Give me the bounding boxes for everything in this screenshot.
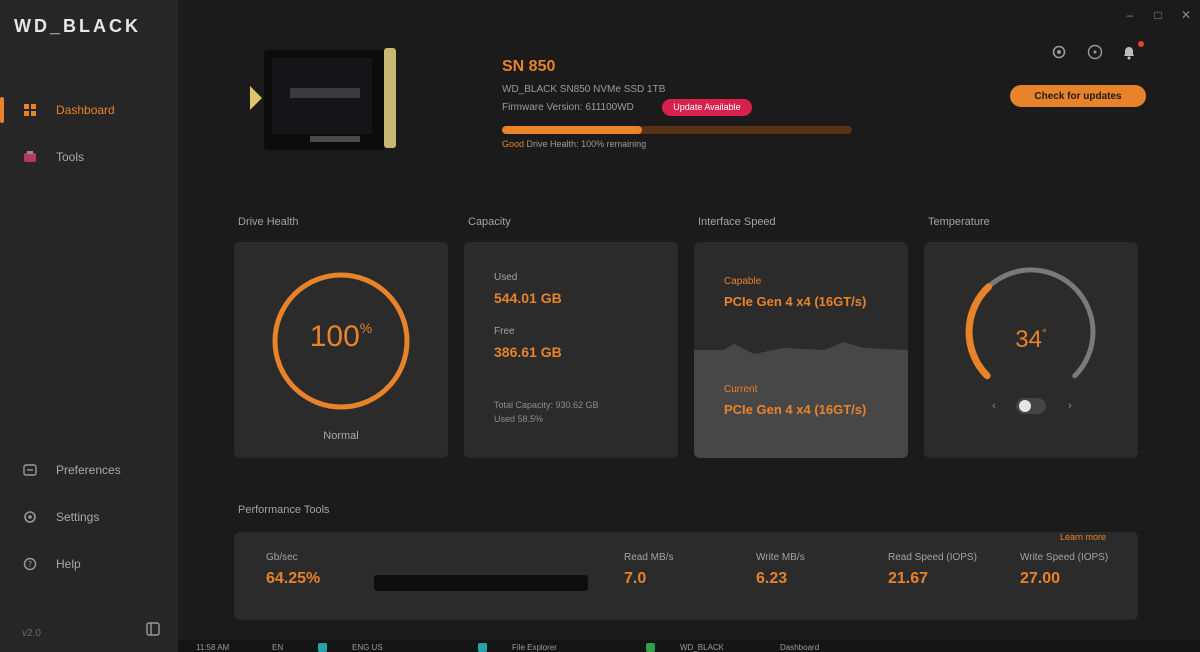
taskbar-item[interactable]: EN [272, 643, 283, 652]
capable-speed-value: PCIe Gen 4 x4 (16GT/s) [724, 294, 867, 309]
temperature-title: Temperature [928, 216, 990, 228]
perf-bar-label: Gb/sec [266, 552, 298, 563]
drive-name: SN 850 [502, 58, 556, 75]
sidebar-item-label: Settings [56, 510, 100, 524]
read-iops-label: Read Speed (IOPS) [888, 552, 977, 563]
drive-health-detail: Drive Health: 100% remaining [526, 139, 647, 149]
settings-icon [22, 509, 38, 525]
sidebar: WD_BLACK Dashboard Tools Preferences Set… [0, 0, 178, 652]
current-speed-label: Current [724, 384, 758, 395]
drive-health-card: 100% Normal [234, 242, 448, 458]
learn-more-link[interactable]: Learn more [1060, 532, 1106, 542]
drive-model: WD_BLACK SN850 NVMe SSD 1TB [502, 84, 666, 95]
unit-toggle[interactable] [1016, 398, 1046, 414]
temperature-value: 34° [1015, 326, 1047, 353]
notification-badge [1138, 41, 1144, 47]
taskbar-item[interactable]: WD_BLACK [680, 643, 724, 652]
sidebar-item-dashboard[interactable]: Dashboard [0, 93, 178, 127]
current-speed-panel: Current PCIe Gen 4 x4 (16GT/s) [694, 342, 908, 458]
sidebar-item-tools[interactable]: Tools [0, 140, 178, 174]
svg-text:?: ? [28, 560, 32, 569]
collapse-icon[interactable] [146, 622, 162, 638]
used-value: 544.01 GB [494, 290, 562, 306]
app-icon[interactable] [478, 643, 487, 652]
firmware-version: Firmware Version: 611100WD [502, 102, 634, 113]
drive-health-status: Good [502, 139, 525, 149]
taskbar-item[interactable]: 11:58 AM [196, 643, 229, 652]
preferences-icon [22, 462, 38, 478]
taskbar-item[interactable]: Dashboard [780, 643, 819, 652]
interface-speed-card: Capable PCIe Gen 4 x4 (16GT/s) Current P… [694, 242, 908, 458]
perf-bar-value: 64.25% [266, 570, 321, 587]
close-button[interactable]: ✕ [1177, 6, 1195, 24]
sidebar-item-settings[interactable]: Settings [0, 500, 178, 534]
capacity-title: Capacity [468, 216, 511, 228]
total-capacity: Total Capacity: 930.62 GB [494, 400, 599, 410]
app-logo: WD_BLACK [14, 16, 141, 36]
drive-health-label: Normal [323, 430, 359, 442]
chevron-left-icon[interactable]: ‹ [986, 398, 1002, 414]
app-icon[interactable] [646, 643, 655, 652]
free-label: Free [494, 326, 515, 337]
check-updates-button[interactable]: Check for updates [1010, 85, 1146, 107]
write-speed-label: Write MB/s [756, 552, 805, 563]
drive-image [250, 44, 400, 152]
write-iops-label: Write Speed (IOPS) [1020, 552, 1109, 563]
performance-bar [374, 575, 588, 591]
capable-speed-label: Capable [724, 276, 762, 287]
help-icon[interactable] [1086, 44, 1104, 62]
minimize-button[interactable]: – [1121, 6, 1139, 24]
sidebar-item-help[interactable]: ? Help [0, 547, 178, 581]
settings-icon[interactable] [1050, 44, 1068, 62]
capacity-card: Used 544.01 GB Free 386.61 GB Total Capa… [464, 242, 678, 458]
help-icon: ? [22, 556, 38, 572]
dashboard-icon [22, 102, 38, 118]
read-speed-value: 7.0 [624, 570, 647, 587]
performance-title: Performance Tools [238, 504, 330, 516]
read-speed-label: Read MB/s [624, 552, 674, 563]
drive-health-title: Drive Health [238, 216, 299, 228]
temperature-gauge: 34° [954, 262, 1108, 392]
sidebar-item-label: Help [56, 557, 81, 571]
firmware-badge[interactable]: Update Available [662, 99, 752, 116]
temperature-card: 34° ‹ › [924, 242, 1138, 458]
taskbar-item[interactable]: ENG US [352, 643, 383, 652]
app-icon[interactable] [318, 643, 327, 652]
drive-health-text: Good Drive Health: 100% remaining [502, 139, 646, 149]
tools-icon [22, 149, 38, 165]
performance-card [234, 532, 1138, 620]
drive-health-value: 100% [309, 320, 373, 353]
drive-health-ring: 100% [268, 268, 414, 414]
sidebar-item-label: Dashboard [56, 103, 115, 117]
used-percent: Used 58.5% [494, 414, 544, 424]
drive-health-bar-fill [502, 126, 642, 134]
maximize-button[interactable]: □ [1149, 6, 1167, 24]
sidebar-item-preferences[interactable]: Preferences [0, 453, 178, 487]
app-version: v2.0 [22, 628, 41, 639]
write-speed-value: 6.23 [756, 570, 788, 587]
current-speed-value: PCIe Gen 4 x4 (16GT/s) [724, 402, 867, 417]
taskbar-item[interactable]: File Explorer [512, 643, 557, 652]
drive-health-bar [502, 126, 852, 134]
used-label: Used [494, 272, 518, 283]
free-value: 386.61 GB [494, 344, 562, 360]
interface-speed-title: Interface Speed [698, 216, 776, 228]
notifications-icon[interactable] [1120, 44, 1138, 62]
sidebar-item-label: Preferences [56, 463, 121, 477]
read-iops-value: 21.67 [888, 570, 929, 587]
write-iops-value: 27.00 [1020, 570, 1061, 587]
sidebar-item-label: Tools [56, 150, 85, 164]
chevron-right-icon[interactable]: › [1062, 398, 1078, 414]
